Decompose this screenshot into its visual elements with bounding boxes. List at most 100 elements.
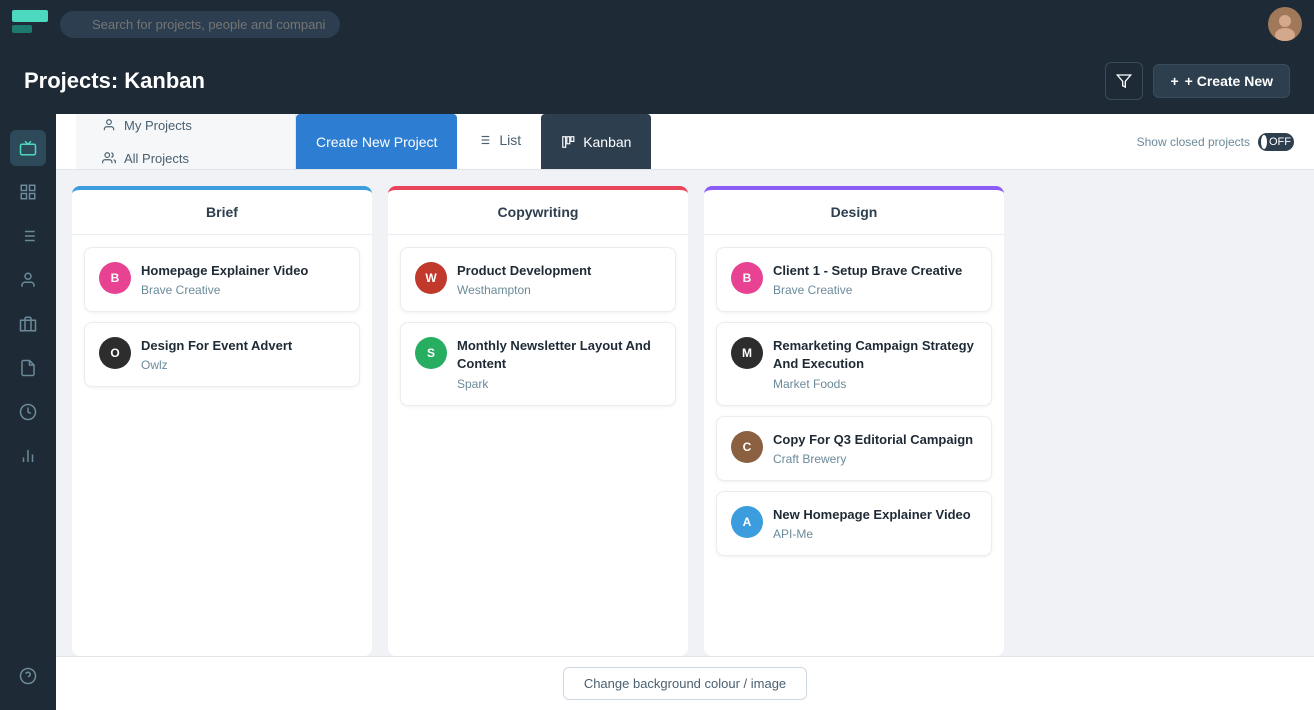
card-title: Design For Event Advert xyxy=(141,337,345,355)
my-projects-label: My Projects xyxy=(124,118,192,133)
nav-item-all-projects[interactable]: All Projects xyxy=(92,145,202,172)
search-wrapper xyxy=(60,11,340,38)
card-avatar: M xyxy=(731,337,763,369)
sidebar xyxy=(0,114,56,710)
column-header-design: Design xyxy=(704,190,1004,235)
list-tab-icon xyxy=(477,133,491,147)
card-title: Copy For Q3 Editorial Campaign xyxy=(773,431,977,449)
list-tab-label: List xyxy=(499,132,521,148)
card-subtitle: Spark xyxy=(457,377,661,391)
card-title: New Homepage Explainer Video xyxy=(773,506,977,524)
kanban-column-copywriting: Copywriting W Product Development Westha… xyxy=(388,186,688,656)
sub-nav: My Projects All Projects Create New Proj… xyxy=(56,114,1314,170)
filter-button[interactable] xyxy=(1105,62,1143,100)
card-subtitle: Craft Brewery xyxy=(773,452,977,466)
card-avatar: W xyxy=(415,262,447,294)
sidebar-item-contacts[interactable] xyxy=(10,262,46,298)
kanban-card[interactable]: M Remarketing Campaign Strategy And Exec… xyxy=(716,322,992,405)
create-new-button[interactable]: + + Create New xyxy=(1153,64,1290,98)
person-nav-icon xyxy=(102,118,116,132)
kanban-board: Brief B Homepage Explainer Video Brave C… xyxy=(56,170,1314,656)
grid-icon xyxy=(19,183,37,201)
tab-create-new-project[interactable]: Create New Project xyxy=(296,114,457,169)
toggle-knob xyxy=(1261,135,1267,149)
card-title: Client 1 - Setup Brave Creative xyxy=(773,262,977,280)
card-avatar: S xyxy=(415,337,447,369)
kanban-card[interactable]: W Product Development Westhampton xyxy=(400,247,676,312)
column-header-copywriting: Copywriting xyxy=(388,190,688,235)
search-input[interactable] xyxy=(60,11,340,38)
card-subtitle: Brave Creative xyxy=(773,283,977,297)
people-nav-icon xyxy=(102,151,116,165)
card-info: Remarketing Campaign Strategy And Execut… xyxy=(773,337,977,390)
topbar xyxy=(0,0,1314,48)
nav-item-my-projects[interactable]: My Projects xyxy=(92,114,202,139)
filter-icon xyxy=(1116,73,1132,89)
list-icon xyxy=(19,227,37,245)
create-new-project-label: Create New Project xyxy=(316,134,437,150)
kanban-column-design: Design B Client 1 - Setup Brave Creative… xyxy=(704,186,1004,656)
change-bg-button[interactable]: Change background colour / image xyxy=(563,667,807,700)
sidebar-item-inbox[interactable] xyxy=(10,130,46,166)
toggle-off-label: OFF xyxy=(1269,136,1291,148)
kanban-column-brief: Brief B Homepage Explainer Video Brave C… xyxy=(72,186,372,656)
header-actions: + + Create New xyxy=(1105,62,1290,100)
main-layout: My Projects All Projects Create New Proj… xyxy=(0,114,1314,710)
card-subtitle: Westhampton xyxy=(457,283,661,297)
bottom-bar: Change background colour / image xyxy=(56,656,1314,710)
sidebar-item-time[interactable] xyxy=(10,394,46,430)
sidebar-item-documents[interactable] xyxy=(10,350,46,386)
kanban-card[interactable]: C Copy For Q3 Editorial Campaign Craft B… xyxy=(716,416,992,481)
card-subtitle: Owlz xyxy=(141,358,345,372)
kanban-cards-brief: B Homepage Explainer Video Brave Creativ… xyxy=(72,235,372,656)
kanban-card[interactable]: B Client 1 - Setup Brave Creative Brave … xyxy=(716,247,992,312)
card-info: Homepage Explainer Video Brave Creative xyxy=(141,262,345,297)
card-title: Homepage Explainer Video xyxy=(141,262,345,280)
all-projects-label: All Projects xyxy=(124,151,189,166)
card-info: Design For Event Advert Owlz xyxy=(141,337,345,372)
kanban-cards-design: B Client 1 - Setup Brave Creative Brave … xyxy=(704,235,1004,656)
column-header-brief: Brief xyxy=(72,190,372,235)
card-subtitle: Brave Creative xyxy=(141,283,345,297)
kanban-card[interactable]: A New Homepage Explainer Video API-Me xyxy=(716,491,992,556)
tabs: Create New Project List Kanban xyxy=(296,114,651,169)
sidebar-item-list[interactable] xyxy=(10,218,46,254)
tab-list[interactable]: List xyxy=(457,114,541,169)
change-bg-label: Change background colour / image xyxy=(584,676,786,691)
card-title: Remarketing Campaign Strategy And Execut… xyxy=(773,337,977,373)
card-info: New Homepage Explainer Video API-Me xyxy=(773,506,977,541)
file-icon xyxy=(19,359,37,377)
kanban-cards-copywriting: W Product Development Westhampton S Mont… xyxy=(388,235,688,656)
app-logo xyxy=(12,10,48,38)
card-subtitle: Market Foods xyxy=(773,377,977,391)
tab-kanban[interactable]: Kanban xyxy=(541,114,651,169)
card-title: Product Development xyxy=(457,262,661,280)
show-closed-toggle[interactable]: OFF xyxy=(1258,133,1294,151)
building-icon xyxy=(19,315,37,333)
chart-icon xyxy=(19,447,37,465)
show-closed-label: Show closed projects xyxy=(1137,135,1250,149)
card-avatar: O xyxy=(99,337,131,369)
card-info: Monthly Newsletter Layout And Content Sp… xyxy=(457,337,661,390)
kanban-tab-label: Kanban xyxy=(583,134,631,150)
person-icon xyxy=(19,271,37,289)
inbox-icon xyxy=(19,139,37,157)
sidebar-item-dashboard[interactable] xyxy=(10,174,46,210)
avatar[interactable] xyxy=(1268,7,1302,41)
kanban-card[interactable]: O Design For Event Advert Owlz xyxy=(84,322,360,387)
card-info: Copy For Q3 Editorial Campaign Craft Bre… xyxy=(773,431,977,466)
sidebar-item-help[interactable] xyxy=(10,658,46,694)
page-header: Projects: Kanban + + Create New xyxy=(0,48,1314,114)
content-area: My Projects All Projects Create New Proj… xyxy=(56,114,1314,710)
card-avatar: A xyxy=(731,506,763,538)
create-new-label: + Create New xyxy=(1185,73,1273,89)
sidebar-item-reports[interactable] xyxy=(10,438,46,474)
card-info: Client 1 - Setup Brave Creative Brave Cr… xyxy=(773,262,977,297)
page-title: Projects: Kanban xyxy=(24,68,205,94)
sidebar-item-companies[interactable] xyxy=(10,306,46,342)
kanban-card[interactable]: B Homepage Explainer Video Brave Creativ… xyxy=(84,247,360,312)
kanban-card[interactable]: S Monthly Newsletter Layout And Content … xyxy=(400,322,676,405)
card-subtitle: API-Me xyxy=(773,527,977,541)
clock-icon xyxy=(19,403,37,421)
card-avatar: B xyxy=(99,262,131,294)
